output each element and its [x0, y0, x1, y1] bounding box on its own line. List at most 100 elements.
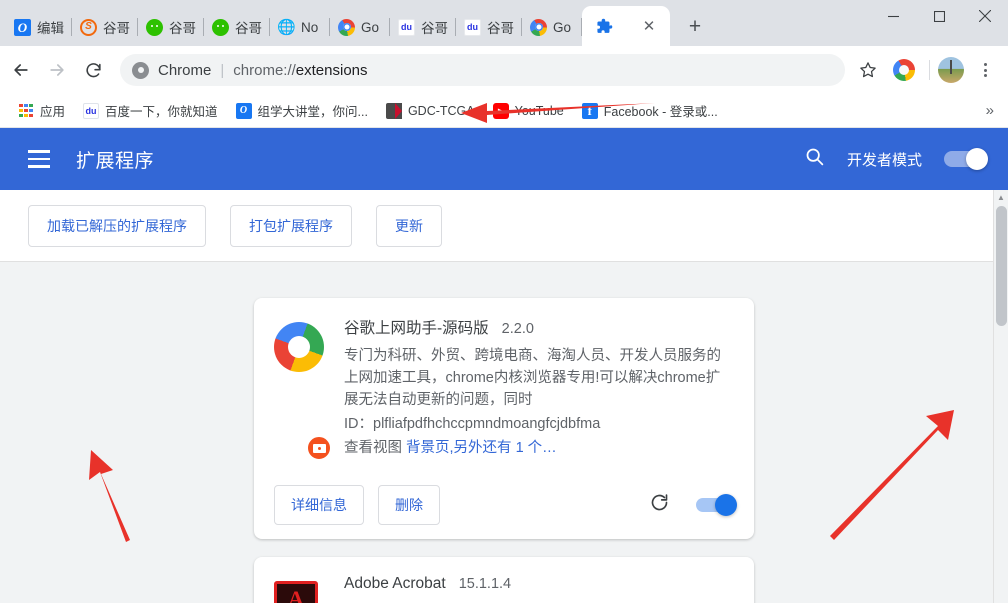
bookmarks-bar: 应用 du 百度一下，你就知道 O 组学大讲堂，你问... GDC-TCGA ▶… — [0, 94, 1008, 128]
wechat-icon — [212, 18, 229, 36]
tab-close-button[interactable]: ✕ — [640, 17, 658, 35]
bookmark-youtube[interactable]: ▶ YouTube — [485, 99, 572, 123]
maximize-button[interactable] — [916, 0, 962, 32]
browser-tab[interactable]: Go — [522, 8, 582, 46]
omnibox-separator: | — [220, 61, 225, 79]
extension-card-footer: 详细信息 删除 — [274, 469, 737, 539]
browser-tab[interactable]: du 谷哥 — [390, 8, 456, 46]
extension-id-label: ID： — [344, 416, 373, 433]
views-label: 查看视图 — [344, 440, 402, 457]
new-tab-button[interactable]: + — [680, 12, 710, 42]
bookmark-gdc-tcga[interactable]: GDC-TCGA — [378, 99, 483, 123]
page-title: 扩展程序 — [76, 150, 155, 172]
extensions-action-bar: 加载已解压的扩展程序 打包扩展程序 更新 — [0, 190, 1008, 262]
hamburger-menu-icon[interactable] — [28, 150, 50, 168]
developer-mode-toggle[interactable] — [944, 148, 988, 170]
baidu-icon: du — [83, 102, 100, 119]
toggle-knob — [966, 148, 988, 170]
back-arrow-icon[interactable] — [4, 53, 38, 87]
page-scrollbar[interactable]: ▲ — [993, 190, 1008, 603]
omnibox-scheme-label: Chrome — [158, 61, 212, 79]
tab-label: 谷哥 — [487, 21, 514, 36]
globe-icon: 🌐 — [277, 18, 296, 36]
bookmark-baidu[interactable]: du 百度一下，你就知道 — [75, 97, 226, 124]
browser-tab[interactable]: 谷哥 — [204, 8, 270, 46]
bookmarks-overflow-button[interactable]: » — [980, 102, 1000, 119]
extension-version: 2.2.0 — [501, 321, 534, 337]
gdc-icon — [385, 102, 402, 119]
bookmark-label: Facebook - 登录或... — [603, 105, 718, 119]
extension-cards-list: 谷歌上网助手-源码版 2.2.0 专门为科研、外贸、跨境电商、海淘人员、开发人员… — [0, 262, 1008, 603]
browser-tab[interactable]: S 谷哥 — [72, 8, 138, 46]
toolbar-divider — [929, 60, 930, 80]
three-dot-menu-icon[interactable] — [970, 55, 1000, 85]
bookmark-zuxue[interactable]: O 组学大讲堂，你问... — [228, 97, 376, 124]
extension-icon-wrapper — [274, 575, 326, 603]
extension-card: Adobe Acrobat 15.1.1.4 — [254, 557, 754, 603]
tab-label: Go — [361, 19, 380, 35]
extension-version: 15.1.1.4 — [458, 576, 512, 593]
tab-label: 谷哥 — [103, 21, 130, 36]
browser-tab[interactable]: Go — [330, 8, 390, 46]
chrome-page-icon — [132, 61, 149, 79]
tab-label: No — [301, 19, 319, 35]
facebook-icon: f — [581, 102, 598, 119]
wechat-icon — [146, 18, 163, 36]
vpn-badge-icon — [306, 435, 332, 462]
sogou-icon: S — [80, 18, 97, 36]
pack-extension-button[interactable]: 打包扩展程序 — [230, 204, 352, 247]
reload-extension-icon[interactable] — [649, 492, 670, 519]
baidu-icon: du — [398, 18, 415, 36]
bookmark-apps[interactable]: 应用 — [10, 97, 73, 124]
browser-tab[interactable]: O 编辑 — [6, 8, 72, 46]
bookmark-facebook[interactable]: f Facebook - 登录或... — [574, 97, 726, 124]
tab-label: 谷哥 — [235, 21, 262, 36]
chrome-icon — [530, 18, 547, 36]
browser-tab[interactable]: du 谷哥 — [456, 8, 522, 46]
browser-toolbar: Chrome | chrome://extensions — [0, 46, 1008, 123]
bookmark-label: 组学大讲堂，你问... — [257, 105, 368, 119]
remove-button[interactable]: 删除 — [378, 485, 440, 526]
outlook-icon: O — [235, 102, 252, 119]
update-button[interactable]: 更新 — [376, 204, 442, 247]
avatar[interactable] — [938, 57, 964, 83]
extension-name: 谷歌上网助手-源码版 — [344, 320, 489, 337]
active-tab-extensions[interactable]: ✕ — [582, 6, 670, 46]
chrome-icon — [338, 18, 355, 36]
outlook-icon: O — [14, 18, 31, 36]
bookmark-label: GDC-TCGA — [407, 103, 475, 118]
scrollbar-thumb[interactable] — [996, 206, 1007, 326]
window-controls — [870, 0, 1008, 32]
extensions-page-header: 扩展程序 开发者模式 — [0, 128, 1008, 190]
toggle-knob — [715, 494, 737, 517]
browser-tab[interactable]: 谷哥 — [138, 8, 204, 46]
tab-strip: O 编辑 S 谷哥 谷哥 谷哥 🌐 No Go du 谷哥 du 谷哥 Go ✕… — [0, 0, 1008, 46]
extension-description: 专门为科研、外贸、跨境电商、海淘人员、开发人员服务的上网加速工具，chrome内… — [344, 348, 721, 409]
scroll-up-arrow[interactable]: ▲ — [994, 190, 1008, 205]
extension-enabled-toggle[interactable] — [696, 494, 737, 517]
browser-tab[interactable]: 🌐 No — [270, 8, 330, 46]
minimize-button[interactable] — [870, 0, 916, 32]
tab-label: 谷哥 — [421, 21, 448, 36]
google-ring-icon[interactable] — [893, 59, 915, 81]
developer-mode-label: 开发者模式 — [846, 151, 922, 169]
adobe-acrobat-icon — [274, 581, 318, 603]
bookmark-star-icon[interactable] — [853, 55, 883, 85]
load-unpacked-button[interactable]: 加载已解压的扩展程序 — [28, 204, 206, 247]
extension-card: 谷歌上网助手-源码版 2.2.0 专门为科研、外贸、跨境电商、海淘人员、开发人员… — [254, 298, 754, 540]
close-button[interactable] — [962, 0, 1008, 32]
baidu-icon: du — [464, 18, 481, 36]
extension-icon-wrapper — [274, 316, 332, 462]
views-link[interactable]: 背景页,另外还有 1 个… — [406, 440, 557, 456]
forward-arrow-icon[interactable] — [40, 53, 74, 87]
bookmark-label: YouTube — [514, 103, 564, 118]
extension-id: ID：plfliafpdfhchccpmndmoangfcjdbfma — [344, 412, 734, 433]
search-icon[interactable] — [804, 146, 825, 173]
puzzle-icon — [596, 18, 613, 35]
bookmark-label: 百度一下，你就知道 — [105, 105, 218, 119]
details-button[interactable]: 详细信息 — [274, 485, 364, 526]
tab-label: Go — [553, 19, 572, 35]
reload-icon[interactable] — [76, 53, 110, 87]
extension-name: Adobe Acrobat — [344, 575, 446, 593]
address-bar[interactable]: Chrome | chrome://extensions — [120, 54, 845, 86]
